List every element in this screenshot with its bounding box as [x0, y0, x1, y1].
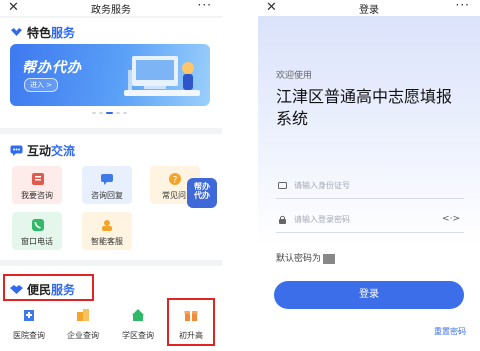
robot-icon	[102, 220, 112, 231]
welcome-text: 欢迎使用	[276, 71, 313, 81]
highlight-box-convenience	[3, 274, 94, 301]
special-services-icon	[11, 28, 22, 36]
default-password-label: 默认密码为	[276, 254, 322, 264]
section-title-highlight: 交流	[51, 144, 76, 158]
banner-title: 帮办代办	[22, 60, 82, 76]
svg-text:?: ?	[173, 176, 178, 186]
lock-icon	[279, 215, 286, 224]
toggle-visibility-icon[interactable]: <·>	[442, 214, 460, 224]
system-title: 江津区普通高中志愿填报系统	[276, 87, 453, 128]
special-services-heading: 特色 服务	[10, 24, 75, 41]
default-password-hint: 默认密码为	[276, 251, 336, 264]
page-title: 登录	[359, 5, 379, 16]
phone-icon	[32, 219, 44, 231]
redacted-password	[323, 253, 336, 264]
more-icon[interactable]: ···	[456, 0, 470, 12]
id-number-placeholder: 请输入身份证号	[294, 181, 350, 190]
item-label: 窗口电话	[21, 237, 53, 246]
carousel-dot[interactable]	[116, 112, 120, 114]
item-label: 智能客服	[91, 237, 123, 246]
banner-enter-button[interactable]: 进入 >	[24, 78, 58, 92]
enterprise-icon	[77, 309, 89, 321]
interaction-heading: 互动 交流	[10, 142, 75, 159]
banner-carousel[interactable]: 帮办代办 进入 >	[10, 44, 210, 106]
id-number-field[interactable]: 请输入身份证号	[276, 176, 464, 199]
login-screen: ✕ 登录 ··· 欢迎使用 江津区普通高中志愿填报系统 请输入身份证号 请输入登…	[258, 0, 480, 351]
carousel-dot-active[interactable]	[106, 112, 113, 114]
hospital-icon	[24, 310, 34, 321]
faq-icon: ?	[169, 173, 181, 186]
carousel-indicator	[92, 112, 127, 114]
office-illustration-icon	[124, 56, 200, 96]
section-title-part: 特色	[27, 26, 52, 40]
assist-float-button[interactable]: 帮办 代办	[187, 178, 217, 208]
top-bar: ✕ 政务服务 ···	[0, 0, 222, 16]
password-placeholder: 请输入登录密码	[294, 215, 350, 224]
id-card-icon	[278, 182, 287, 189]
carousel-dot[interactable]	[123, 112, 127, 114]
reply-icon	[101, 174, 113, 185]
carousel-dot[interactable]	[92, 112, 96, 114]
top-bar: ✕ 登录 ···	[258, 0, 480, 16]
item-label: 我要咨询	[21, 191, 53, 200]
section-title-part: 互动	[27, 144, 52, 158]
section-title-highlight: 服务	[51, 26, 76, 40]
item-label: 咨询回复	[91, 191, 123, 200]
password-field[interactable]: 请输入登录密码 <·>	[276, 210, 464, 233]
inquiry-icon	[32, 173, 44, 185]
login-button[interactable]: 登录	[274, 281, 464, 309]
school-district-icon	[132, 309, 144, 321]
more-icon[interactable]: ···	[198, 0, 212, 12]
carousel-dot[interactable]	[99, 112, 103, 114]
float-button-label: 帮办 代办	[194, 182, 210, 200]
services-screen: ✕ 政务服务 ··· 特色 服务 帮办代办 进入 > 互动 交流 我要咨询 咨询…	[0, 0, 222, 351]
page-title: 政务服务	[91, 5, 131, 16]
chat-bubble-icon	[10, 145, 23, 156]
highlight-box-high-school-entry	[167, 298, 215, 346]
special-services-card: 特色 服务 帮办代办 进入 >	[0, 18, 222, 128]
reset-password-link[interactable]: 重置密码	[434, 326, 466, 337]
